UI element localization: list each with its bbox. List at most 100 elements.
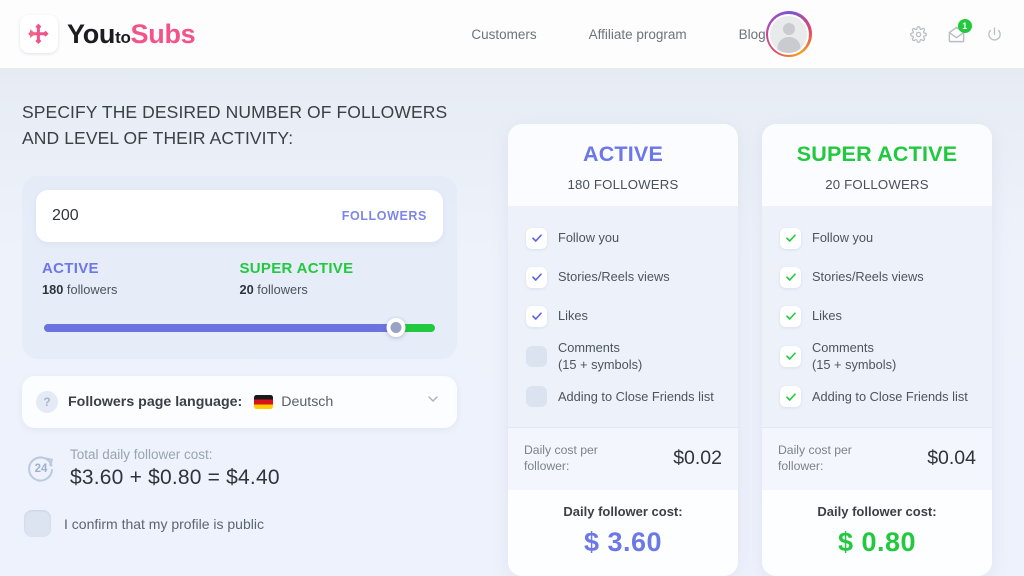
nav-blog[interactable]: Blog bbox=[739, 27, 766, 42]
feature-row: Likes bbox=[780, 300, 992, 332]
level-active: ACTIVE 180 followers bbox=[42, 260, 240, 297]
check-icon bbox=[780, 227, 801, 249]
per-follower-label: Daily cost per follower: bbox=[524, 442, 598, 473]
confirm-public-profile-row[interactable]: I confirm that my profile is public bbox=[22, 510, 480, 538]
plan-total-value: $ 0.80 bbox=[837, 527, 917, 558]
germany-flag-icon bbox=[254, 394, 274, 409]
logo-word-you: You bbox=[67, 18, 116, 49]
brand-logo[interactable]: YoutoSubs bbox=[20, 15, 196, 53]
plan-active-header: ACTIVE 180 FOLLOWERS bbox=[508, 124, 738, 206]
feature-label: Comments (15 + symbols) bbox=[812, 340, 897, 373]
plan-active-total: Daily follower cost: $ 3.60 bbox=[508, 490, 738, 576]
power-icon[interactable] bbox=[980, 19, 1010, 49]
per-follower-value: $0.04 bbox=[927, 446, 976, 469]
check-icon bbox=[780, 266, 801, 288]
plan-active-features: Follow you Stories/Reels views Likes Com… bbox=[508, 206, 738, 427]
total-cost-row: 24 Total daily follower cost: $3.60 + $0… bbox=[22, 447, 480, 491]
feature-label: Stories/Reels views bbox=[558, 269, 670, 285]
mail-icon[interactable]: 1 bbox=[942, 19, 972, 49]
feature-row: Adding to Close Friends list bbox=[526, 381, 738, 413]
nav-affiliate-program[interactable]: Affiliate program bbox=[589, 27, 687, 42]
plans-container: ACTIVE 180 FOLLOWERS Follow you Stories/… bbox=[508, 68, 992, 576]
avatar[interactable] bbox=[765, 11, 812, 57]
user-avatar-icon bbox=[770, 15, 808, 53]
feature-label: Comments (15 + symbols) bbox=[558, 340, 643, 373]
plan-super-active-header: SUPER ACTIVE 20 FOLLOWERS bbox=[762, 124, 992, 206]
slider-track[interactable] bbox=[44, 323, 435, 332]
language-selector[interactable]: ? Followers page language: Deutsch bbox=[22, 375, 457, 428]
brand-wordmark: YoutoSubs bbox=[67, 18, 196, 50]
feature-label: Adding to Close Friends list bbox=[812, 388, 968, 404]
slider-handle-icon[interactable] bbox=[386, 318, 406, 338]
avatar-inner bbox=[768, 13, 810, 55]
question-mark-icon[interactable]: ? bbox=[36, 390, 58, 413]
24-hours-icon: 24 bbox=[24, 452, 58, 486]
logo-word-to: to bbox=[115, 27, 131, 47]
level-summary-row: ACTIVE 180 followers SUPER ACTIVE 20 fol… bbox=[36, 260, 443, 297]
plan-super-active-total: Daily follower cost: $ 0.80 bbox=[762, 490, 992, 576]
check-icon bbox=[780, 305, 801, 327]
unchecked-box-icon bbox=[526, 386, 547, 408]
header-actions: 1 bbox=[765, 11, 1010, 57]
main-nav: Customers Affiliate program Blog bbox=[471, 27, 765, 42]
check-icon bbox=[526, 227, 547, 249]
per-follower-label: Daily cost per follower: bbox=[778, 442, 852, 473]
check-icon bbox=[780, 386, 801, 408]
level-active-title: ACTIVE bbox=[42, 259, 99, 277]
followers-input-value: 200 bbox=[52, 206, 79, 224]
level-active-number: 180 bbox=[42, 281, 64, 297]
page-title: SPECIFY THE DESIRED NUMBER OF FOLLOWERS … bbox=[22, 102, 448, 148]
check-icon bbox=[780, 345, 801, 367]
plan-card-active[interactable]: ACTIVE 180 FOLLOWERS Follow you Stories/… bbox=[508, 124, 738, 576]
level-super-active-title: SUPER ACTIVE bbox=[239, 259, 354, 277]
feature-label: Stories/Reels views bbox=[812, 269, 924, 285]
plan-total-value: $ 3.60 bbox=[583, 527, 663, 558]
confirm-public-profile-checkbox[interactable] bbox=[24, 510, 51, 538]
plan-active-per-follower: Daily cost per follower: $0.02 bbox=[508, 426, 738, 491]
feature-row: Likes bbox=[526, 300, 738, 332]
feature-label: Likes bbox=[558, 308, 588, 324]
slider-fill bbox=[44, 323, 396, 332]
unchecked-box-icon bbox=[526, 345, 547, 367]
plan-active-count: 180 FOLLOWERS bbox=[567, 177, 679, 192]
plan-super-active-features: Follow you Stories/Reels views Likes Com… bbox=[762, 206, 992, 427]
feature-row: Stories/Reels views bbox=[526, 261, 738, 293]
total-cost-value: $3.60 + $0.80 = $4.40 bbox=[70, 466, 280, 490]
language-label: Followers page language: bbox=[68, 393, 243, 410]
nav-customers[interactable]: Customers bbox=[471, 27, 536, 42]
followers-input-suffix: FOLLOWERS bbox=[341, 208, 427, 223]
plan-card-super-active[interactable]: SUPER ACTIVE 20 FOLLOWERS Follow you Sto… bbox=[762, 124, 992, 576]
confirm-public-profile-label: I confirm that my profile is public bbox=[64, 515, 264, 532]
language-value: Deutsch bbox=[281, 393, 334, 410]
feature-label: Likes bbox=[812, 308, 842, 324]
arrow-cross-logo-icon bbox=[20, 15, 58, 53]
feature-label: Follow you bbox=[558, 230, 620, 246]
plan-super-active-per-follower: Daily cost per follower: $0.04 bbox=[762, 426, 992, 491]
level-super-active-count: 20 followers bbox=[240, 282, 438, 297]
total-cost-texts: Total daily follower cost: $3.60 + $0.80… bbox=[70, 447, 280, 491]
feature-label: Follow you bbox=[812, 230, 874, 246]
followers-input[interactable]: 200 FOLLOWERS bbox=[36, 189, 443, 242]
plan-super-active-title: SUPER ACTIVE bbox=[796, 142, 958, 166]
level-active-count: 180 followers bbox=[42, 282, 240, 297]
feature-row: Follow you bbox=[780, 222, 992, 254]
plan-super-active-count: 20 FOLLOWERS bbox=[825, 177, 929, 192]
gear-icon[interactable] bbox=[904, 19, 934, 49]
followers-config-card: 200 FOLLOWERS ACTIVE 180 followers SUPER… bbox=[22, 175, 457, 359]
activity-slider[interactable] bbox=[44, 318, 435, 338]
plan-total-label: Daily follower cost: bbox=[817, 504, 937, 520]
feature-row: Stories/Reels views bbox=[780, 261, 992, 293]
configuration-panel: SPECIFY THE DESIRED NUMBER OF FOLLOWERS … bbox=[0, 68, 500, 576]
app-header: YoutoSubs Customers Affiliate program Bl… bbox=[0, 0, 1024, 68]
per-follower-value: $0.02 bbox=[673, 446, 722, 469]
logo-word-subs: Subs bbox=[130, 18, 196, 49]
level-super-active-number: 20 bbox=[239, 281, 254, 297]
total-cost-label: Total daily follower cost: bbox=[70, 446, 213, 462]
check-icon bbox=[526, 266, 547, 288]
mail-badge: 1 bbox=[957, 19, 972, 33]
chevron-down-icon[interactable] bbox=[425, 391, 441, 412]
check-icon bbox=[526, 305, 547, 327]
feature-row: Comments (15 + symbols) bbox=[526, 339, 738, 374]
feature-row: Adding to Close Friends list bbox=[780, 381, 992, 413]
24-hours-icon-text: 24 bbox=[34, 462, 48, 475]
